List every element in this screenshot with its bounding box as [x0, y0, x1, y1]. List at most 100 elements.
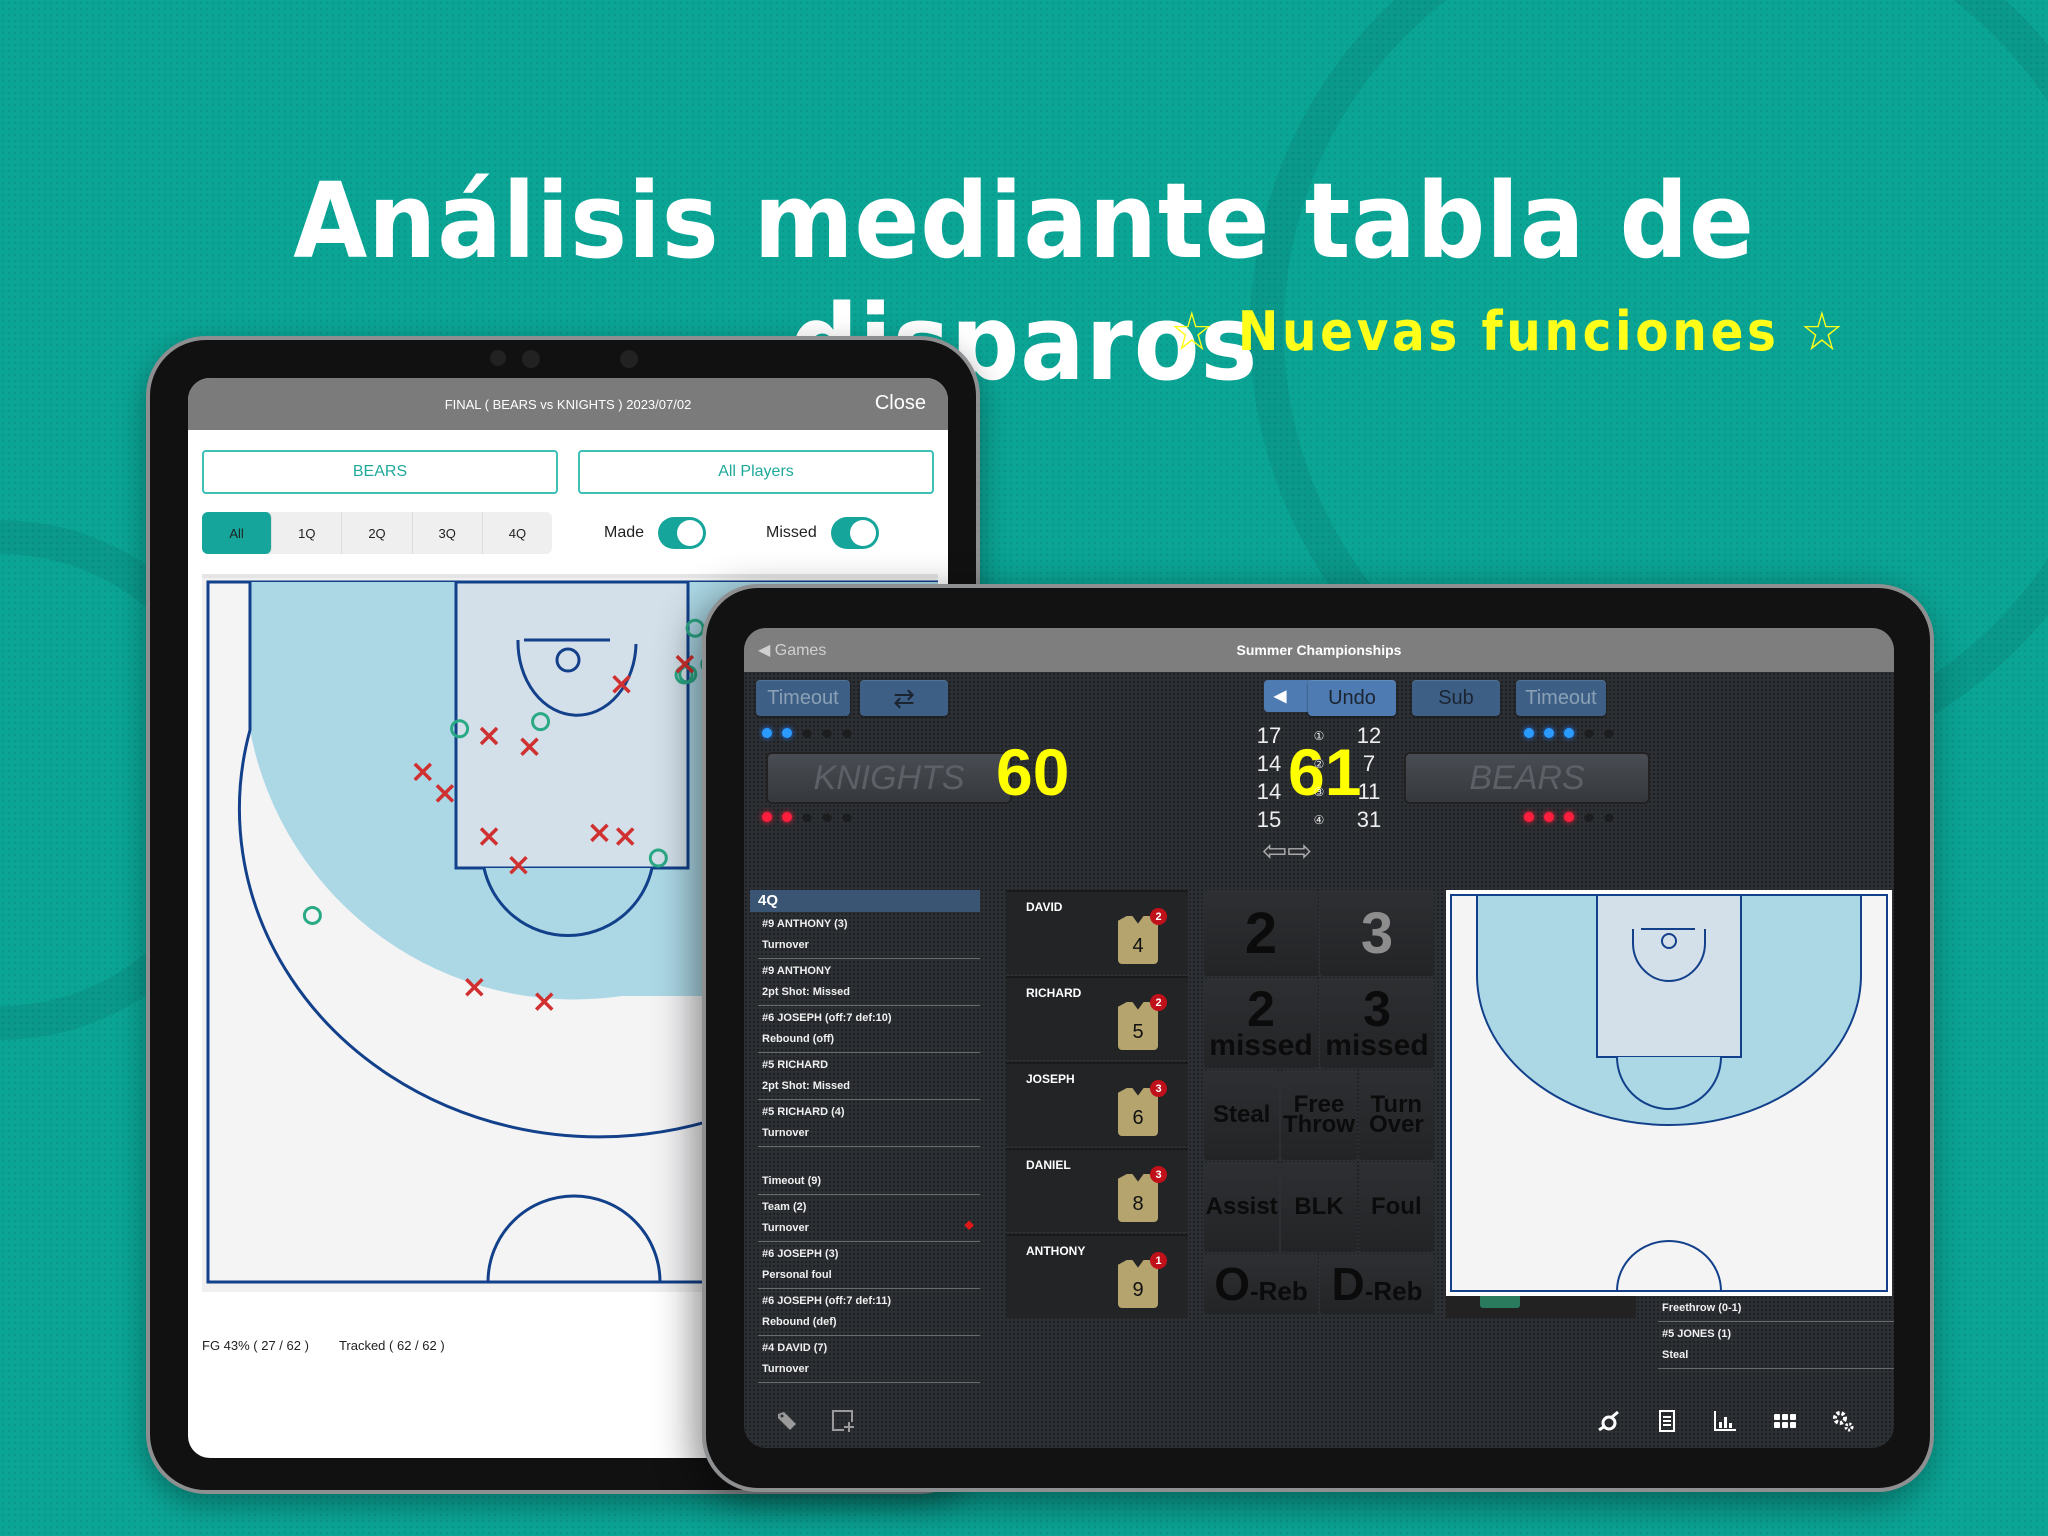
- bar-chart-icon[interactable]: [1712, 1408, 1738, 1434]
- log-entry[interactable]: #6 JOSEPH (3) Personal foul: [758, 1242, 980, 1289]
- indicator-dot-off: [1604, 812, 1614, 822]
- timeout-left-button[interactable]: Timeout: [756, 680, 850, 716]
- player-card[interactable]: DANIEL 8 3: [1006, 1148, 1188, 1232]
- indicator-dot-on: [1564, 728, 1574, 738]
- timeout-right-button[interactable]: Timeout: [1516, 680, 1606, 716]
- camera-dot: [620, 350, 638, 368]
- player-name: DANIEL: [1026, 1158, 1071, 1172]
- home-fouls-indicator: [762, 812, 852, 822]
- indicator-dot-off: [822, 728, 832, 738]
- indicator-dot-off: [822, 812, 832, 822]
- home-quarter-score: 14: [1256, 751, 1282, 776]
- quarter-score-row: 15 ④ 31: [1244, 806, 1394, 834]
- tag-icon[interactable]: [774, 1408, 800, 1434]
- quarter-filter-2q[interactable]: 2Q: [342, 512, 413, 554]
- two-point-made-button[interactable]: 2: [1204, 890, 1318, 976]
- foul-button[interactable]: Foul: [1358, 1162, 1434, 1252]
- court-diagram: [1450, 894, 1888, 1292]
- log-entry[interactable]: #6 JOSEPH (off:7 def:10) Rebound (off): [758, 1006, 980, 1053]
- field-goal-stat: FG 43% ( 27 / 62 ): [202, 1338, 309, 1353]
- player-card[interactable]: RICHARD 5 2: [1006, 976, 1188, 1060]
- shot-input-court[interactable]: [1446, 890, 1892, 1296]
- log-line: #9 ANTHONY (3): [762, 918, 848, 930]
- close-button[interactable]: Close: [875, 392, 926, 415]
- quarter-prev-icon[interactable]: ◀: [1274, 686, 1286, 706]
- home-team-button[interactable]: KNIGHTS: [766, 752, 1012, 804]
- player-card[interactable]: DAVID 4 2: [1006, 890, 1188, 974]
- back-button[interactable]: ◀ Games: [758, 640, 826, 660]
- bottom-toolbar: [744, 1396, 1894, 1448]
- sub-button[interactable]: Sub: [1412, 680, 1500, 716]
- grid-icon[interactable]: [1772, 1408, 1798, 1434]
- quarter-filter-3q[interactable]: 3Q: [413, 512, 483, 554]
- quarter-score-row: 14 ③ 11: [1244, 778, 1394, 806]
- log-entry[interactable]: Freethrow (0-1): [1658, 1296, 1894, 1322]
- away-quarter-score: 7: [1362, 751, 1376, 776]
- secondary-log[interactable]: Freethrow (0-1) #5 JONES (1) Steal: [1650, 1296, 1894, 1369]
- log-entry[interactable]: #6 JOSEPH (off:7 def:11) Rebound (def): [758, 1289, 980, 1336]
- quarter-filter-all[interactable]: All: [202, 512, 273, 554]
- subheadline-text: Nuevas funciones: [1237, 300, 1780, 363]
- three-label: 3: [1363, 981, 1391, 1037]
- quarter-score-row: 17 ① 12: [1244, 722, 1394, 750]
- tag-icon[interactable]: ⬥: [964, 1217, 974, 1233]
- indicator-dot-off: [842, 812, 852, 822]
- steal-button[interactable]: Steal: [1204, 1070, 1280, 1160]
- court-footer: [1446, 1296, 1636, 1318]
- player-roster: DAVID 4 2 RICHARD 5 2 JOSEPH 6 3 DANIEL 8 3 ANTHONY 9…: [1006, 890, 1188, 1320]
- home-quarter-score: 17: [1256, 723, 1282, 748]
- three-point-missed-button[interactable]: 3 missed: [1320, 978, 1434, 1068]
- two-point-missed-button[interactable]: 2 missed: [1204, 978, 1318, 1068]
- whistle-icon[interactable]: [1596, 1408, 1622, 1434]
- free-throw-button[interactable]: Free Throw: [1281, 1070, 1357, 1160]
- star-icon: ☆: [1170, 300, 1218, 363]
- assist-button[interactable]: Assist: [1204, 1162, 1280, 1252]
- player-card[interactable]: JOSEPH 6 3: [1006, 1062, 1188, 1146]
- undo-button[interactable]: Undo: [1308, 680, 1396, 716]
- quarter-filter-1q[interactable]: 1Q: [272, 512, 343, 554]
- player-name: JOSEPH: [1026, 1072, 1075, 1086]
- player-select[interactable]: All Players: [578, 450, 934, 494]
- log-line: 2pt Shot: Missed: [762, 986, 851, 998]
- log-entry[interactable]: #9 ANTHONY 2pt Shot: Missed: [758, 959, 980, 1006]
- missed-toggle[interactable]: [830, 517, 879, 549]
- log-entry[interactable]: Timeout (9): [758, 1169, 980, 1195]
- log-line: Turnover: [762, 1222, 809, 1234]
- reb-label: -Reb: [1250, 1275, 1308, 1306]
- log-line: #9 ANTHONY: [762, 965, 832, 977]
- quarter-number: ①: [1313, 729, 1325, 743]
- camera-dot: [522, 350, 540, 368]
- log-entry[interactable]: #5 RICHARD 2pt Shot: Missed: [758, 1053, 980, 1100]
- quarter-filter-4q[interactable]: 4Q: [483, 512, 552, 554]
- quarter-score-row: 14 ② 7: [1244, 750, 1394, 778]
- away-timeouts-indicator: [1524, 728, 1614, 738]
- turnover-button[interactable]: Turn Over: [1358, 1070, 1434, 1160]
- offensive-rebound-button[interactable]: O -Reb: [1204, 1254, 1318, 1314]
- notepad-icon[interactable]: [1654, 1408, 1680, 1434]
- two-label: 2: [1247, 981, 1275, 1037]
- over-label: Over: [1368, 1111, 1424, 1138]
- settings-icon[interactable]: [1830, 1408, 1856, 1434]
- indicator-dot-on: [782, 812, 792, 822]
- block-button[interactable]: BLK: [1281, 1162, 1357, 1252]
- log-entry[interactable]: #5 RICHARD (4) Turnover: [758, 1100, 980, 1147]
- paint: [454, 580, 690, 870]
- log-entry[interactable]: #5 JONES (1) Steal: [1658, 1322, 1894, 1369]
- player-card[interactable]: ANTHONY 9 1: [1006, 1234, 1188, 1318]
- add-box-icon[interactable]: [830, 1408, 856, 1434]
- team-indicator: [1480, 1296, 1520, 1308]
- three-point-made-button[interactable]: 3: [1320, 890, 1434, 976]
- team-select[interactable]: BEARS: [202, 450, 558, 494]
- log-entry[interactable]: #9 ANTHONY (3) Turnover: [758, 912, 980, 959]
- made-toggle[interactable]: [658, 517, 707, 549]
- log-line: Freethrow (0-1): [1662, 1302, 1742, 1314]
- defensive-rebound-button[interactable]: D -Reb: [1320, 1254, 1434, 1314]
- log-entry[interactable]: #4 DAVID (7) Turnover: [758, 1336, 980, 1383]
- log-entry[interactable]: Team (2) Turnover ⬥: [758, 1195, 980, 1242]
- swap-arrows-icon[interactable]: ⇦⇨: [1262, 834, 1312, 869]
- home-score: 60: [996, 735, 1070, 809]
- swap-sides-button[interactable]: ⇄: [860, 680, 948, 716]
- away-team-button[interactable]: BEARS: [1404, 752, 1650, 804]
- quarter-number: ②: [1313, 757, 1325, 771]
- play-log[interactable]: 4Q #9 ANTHONY (3) Turnover #9 ANTHONY 2pt S…: [750, 890, 980, 1383]
